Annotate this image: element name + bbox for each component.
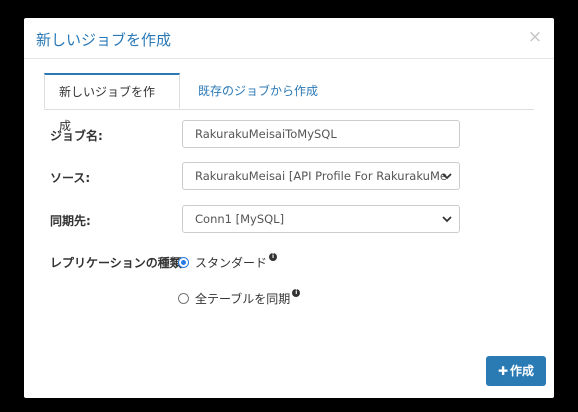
destination-label: 同期先: [50, 214, 91, 228]
info-icon: i [292, 289, 301, 297]
destination-selected-value: Conn1 [MySQL] [195, 212, 285, 226]
create-button[interactable]: ✚ 作成 [486, 356, 546, 386]
create-button-label: 作成 [510, 364, 535, 378]
tab-from-existing-job[interactable]: 既存のジョブから作成 [184, 73, 332, 109]
source-select[interactable]: RakurakuMeisai [API Profile For Rakuraku… [182, 162, 460, 190]
radio-button[interactable] [178, 257, 189, 268]
plus-icon: ✚ [497, 364, 509, 378]
info-icon: i [269, 253, 278, 261]
radio-label-standard: スタンダード [195, 256, 268, 270]
close-button[interactable]: × [526, 26, 544, 48]
replication-type-label: レプリケーションの種類: [50, 256, 187, 270]
modal-header: 新しいジョブを作成 × [24, 18, 554, 59]
source-label: ソース: [50, 171, 91, 185]
radio-option-full-sync[interactable]: 全テーブルを同期 i [178, 289, 301, 307]
modal-title: 新しいジョブを作成 [36, 31, 172, 49]
chevron-down-icon [442, 216, 452, 223]
job-name-input[interactable]: RakurakuMeisaiToMySQL [182, 120, 460, 148]
radio-option-standard[interactable]: スタンダード i [178, 253, 278, 271]
destination-select[interactable]: Conn1 [MySQL] [182, 205, 460, 233]
source-selected-value: RakurakuMeisai [API Profile For Rakuraku… [195, 169, 447, 183]
tab-bar: 新しいジョブを作成 既存のジョブから作成 [44, 73, 534, 133]
radio-button[interactable] [178, 293, 189, 304]
create-job-modal: 新しいジョブを作成 × 新しいジョブを作成 既存のジョブから作成 ジョブ名: R… [24, 18, 554, 398]
radio-label-full-sync: 全テーブルを同期 [195, 292, 291, 306]
tab-new-job[interactable]: 新しいジョブを作成 [44, 73, 180, 133]
chevron-down-icon [442, 173, 452, 180]
job-name-value: RakurakuMeisaiToMySQL [195, 127, 337, 141]
job-name-label: ジョブ名: [50, 129, 103, 143]
